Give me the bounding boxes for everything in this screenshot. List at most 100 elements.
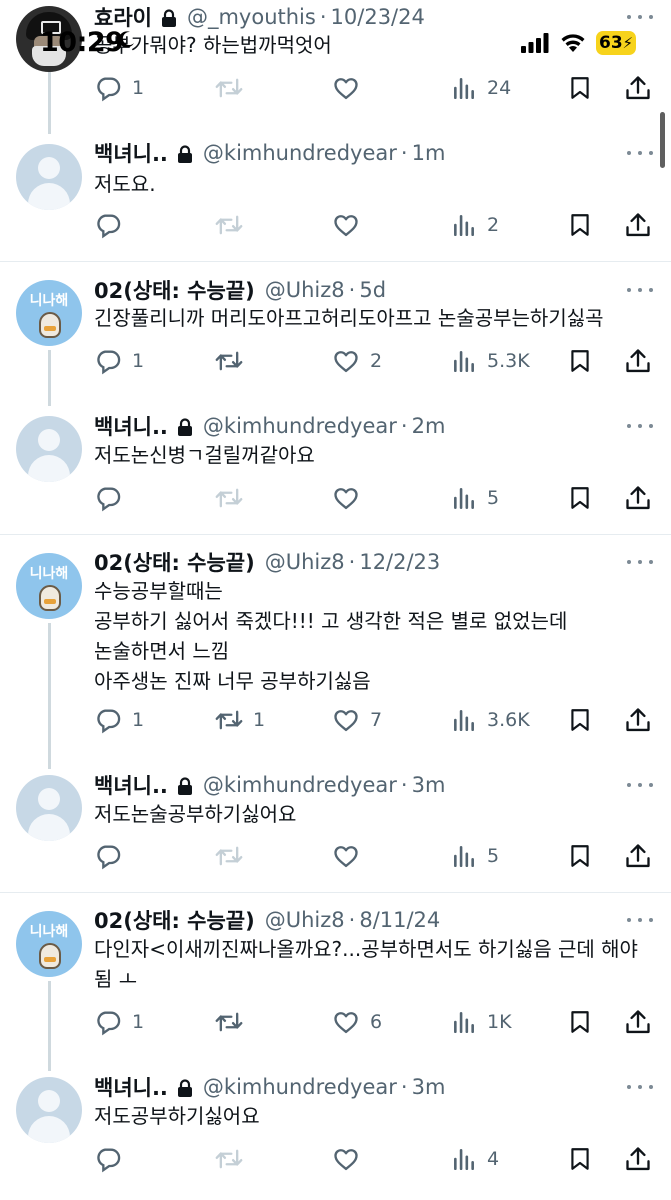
like-button[interactable]: 2 xyxy=(332,346,382,376)
user-handle[interactable]: @kimhundredyear xyxy=(203,141,397,165)
share-button[interactable] xyxy=(624,1144,652,1174)
more-icon[interactable] xyxy=(627,286,653,294)
timestamp[interactable]: 12/2/23 xyxy=(359,550,440,574)
avatar[interactable] xyxy=(16,416,82,482)
views-button[interactable]: 2 xyxy=(451,210,499,240)
timestamp[interactable]: 10/23/24 xyxy=(331,5,425,29)
reply-button[interactable] xyxy=(94,210,132,240)
views-button[interactable]: 5 xyxy=(451,841,499,871)
avatar[interactable] xyxy=(16,1077,82,1143)
like-button[interactable]: 6 xyxy=(332,1007,382,1037)
tweet[interactable]: 백녀니.. @kimhundredyear · 3m 저도공부하기싫어요 4 xyxy=(0,1063,671,1200)
bookmark-button[interactable] xyxy=(567,705,593,735)
views-button[interactable]: 1K xyxy=(451,1007,512,1037)
reply-button[interactable]: 1 xyxy=(94,73,144,103)
reply-button[interactable] xyxy=(94,841,132,871)
display-name[interactable]: 백녀니.. xyxy=(94,138,168,168)
bookmark-button[interactable] xyxy=(567,1007,593,1037)
tweet[interactable]: 니나해 02(상태: 수능끝) @Uhiz8 · 12/2/23 수능공부할때는… xyxy=(0,535,671,769)
tweet[interactable]: 효라이 @_myouthis · 10/23/24 공부가뭐야? 하는법까먹엇어… xyxy=(0,0,671,134)
timestamp[interactable]: 8/11/24 xyxy=(359,908,440,932)
tweet[interactable]: 백녀니.. @kimhundredyear · 2m 저도논신병ㄱ걸릴꺼같아요 … xyxy=(0,398,671,534)
user-handle[interactable]: @_myouthis xyxy=(187,5,316,29)
reply-button[interactable] xyxy=(94,1144,132,1174)
action-bar: 1 1 7 3.6K xyxy=(94,705,660,735)
share-button[interactable] xyxy=(624,705,652,735)
avatar[interactable] xyxy=(16,6,82,72)
tweet[interactable]: 니나해 02(상태: 수능끝) @Uhiz8 · 5d 긴장풀리니까 머리도아프… xyxy=(0,262,671,406)
reply-button[interactable] xyxy=(94,483,132,513)
retweet-button[interactable] xyxy=(215,841,253,871)
display-name[interactable]: 02(상태: 수능끝) xyxy=(94,275,255,305)
more-icon[interactable] xyxy=(627,13,653,21)
display-name[interactable]: 백녀니.. xyxy=(94,411,168,441)
avatar[interactable] xyxy=(16,775,82,841)
share-button[interactable] xyxy=(624,73,652,103)
views-button[interactable]: 5 xyxy=(451,483,499,513)
more-icon[interactable] xyxy=(627,558,653,566)
share-button[interactable] xyxy=(624,1007,652,1037)
action-bar: 5 xyxy=(94,841,660,871)
user-handle[interactable]: @kimhundredyear xyxy=(203,773,397,797)
more-icon[interactable] xyxy=(627,781,653,789)
user-handle[interactable]: @Uhiz8 xyxy=(265,550,345,574)
timestamp[interactable]: 1m xyxy=(412,141,446,165)
tweet[interactable]: 백녀니.. @kimhundredyear · 3m 저도논술공부하기싫어요 5 xyxy=(0,761,671,891)
display-name[interactable]: 02(상태: 수능끝) xyxy=(94,905,255,935)
bookmark-button[interactable] xyxy=(567,73,593,103)
more-icon[interactable] xyxy=(627,1083,653,1091)
user-handle[interactable]: @Uhiz8 xyxy=(265,278,345,302)
avatar[interactable] xyxy=(16,144,82,210)
views-button[interactable]: 3.6K xyxy=(451,705,530,735)
retweet-button[interactable]: 1 xyxy=(215,705,265,735)
bookmark-button[interactable] xyxy=(567,210,593,240)
separator: · xyxy=(400,414,408,438)
avatar[interactable]: 니나해 xyxy=(16,911,82,977)
reply-button[interactable]: 1 xyxy=(94,705,144,735)
bookmark-button[interactable] xyxy=(567,1144,593,1174)
avatar[interactable]: 니나해 xyxy=(16,280,82,346)
timestamp[interactable]: 3m xyxy=(412,773,446,797)
user-handle[interactable]: @kimhundredyear xyxy=(203,1075,397,1099)
retweet-button[interactable] xyxy=(215,346,253,376)
display-name[interactable]: 백녀니.. xyxy=(94,1072,168,1102)
retweet-button[interactable] xyxy=(215,1144,253,1174)
timestamp[interactable]: 5d xyxy=(359,278,386,302)
display-name[interactable]: 백녀니.. xyxy=(94,770,168,800)
tweet[interactable]: 니나해 02(상태: 수능끝) @Uhiz8 · 8/11/24 다인자<이새끼… xyxy=(0,893,671,1071)
retweet-button[interactable] xyxy=(215,1007,253,1037)
like-button[interactable] xyxy=(332,1144,370,1174)
bookmark-button[interactable] xyxy=(567,346,593,376)
user-handle[interactable]: @Uhiz8 xyxy=(265,908,345,932)
share-button[interactable] xyxy=(624,483,652,513)
views-button[interactable]: 24 xyxy=(451,73,511,103)
bookmark-button[interactable] xyxy=(567,483,593,513)
timestamp[interactable]: 2m xyxy=(412,414,446,438)
views-button[interactable]: 4 xyxy=(451,1144,499,1174)
display-name[interactable]: 02(상태: 수능끝) xyxy=(94,547,255,577)
bookmark-button[interactable] xyxy=(567,841,593,871)
share-button[interactable] xyxy=(624,346,652,376)
more-icon[interactable] xyxy=(627,422,653,430)
more-icon[interactable] xyxy=(627,149,653,157)
like-button[interactable] xyxy=(332,73,370,103)
like-button[interactable] xyxy=(332,841,370,871)
like-button[interactable] xyxy=(332,483,370,513)
display-name[interactable]: 효라이 xyxy=(94,2,152,32)
like-button[interactable]: 7 xyxy=(332,705,382,735)
avatar[interactable]: 니나해 xyxy=(16,553,82,619)
tweet[interactable]: 백녀니.. @kimhundredyear · 1m 저도요. 2 xyxy=(0,130,671,260)
retweet-button[interactable] xyxy=(215,73,253,103)
share-button[interactable] xyxy=(624,841,652,871)
retweet-button[interactable] xyxy=(215,210,253,240)
reply-button[interactable]: 1 xyxy=(94,346,144,376)
reply-button[interactable]: 1 xyxy=(94,1007,144,1037)
user-handle[interactable]: @kimhundredyear xyxy=(203,414,397,438)
retweet-button[interactable] xyxy=(215,483,253,513)
views-icon xyxy=(454,351,474,373)
share-button[interactable] xyxy=(624,210,652,240)
more-icon[interactable] xyxy=(627,916,653,924)
timestamp[interactable]: 3m xyxy=(412,1075,446,1099)
views-button[interactable]: 5.3K xyxy=(451,346,530,376)
like-button[interactable] xyxy=(332,210,370,240)
